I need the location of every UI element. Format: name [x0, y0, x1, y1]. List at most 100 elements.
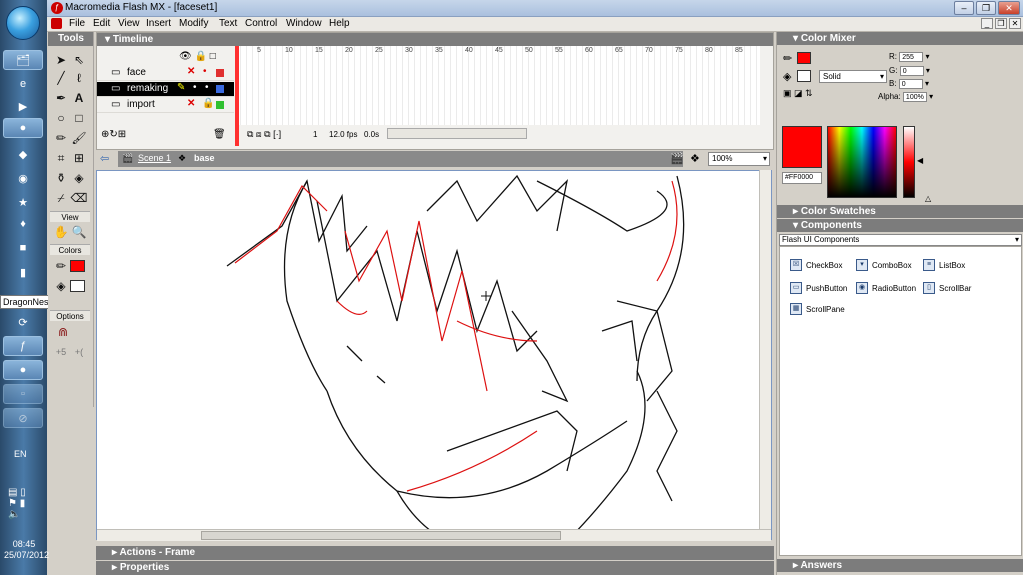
actions-panel-header[interactable]: ▸ Actions - Frame — [96, 546, 774, 560]
component-pushbutton[interactable]: ▭ PushButton — [790, 282, 847, 294]
onion-skin-icons[interactable]: ⧉ ⧈ ⧉ [·] — [247, 129, 281, 140]
stage-canvas[interactable] — [96, 170, 772, 540]
paint-bucket-tool-icon[interactable]: ◈ — [70, 170, 88, 186]
red-input[interactable]: 255 — [899, 52, 924, 62]
tray-icons[interactable]: ▤ ▯ ⚑ ▮ 🔈 — [8, 487, 26, 520]
fill-type-select[interactable]: Solid ▾ — [819, 70, 887, 83]
taskbar-ie-icon[interactable]: e — [3, 74, 43, 94]
taskbar-firefox-icon[interactable]: ● — [3, 118, 43, 138]
taskbar-game-icon[interactable]: ★ — [3, 192, 43, 212]
fill-color-swatch[interactable] — [70, 280, 85, 292]
lock-dot-icon[interactable]: • — [203, 66, 207, 77]
taskbar-media-icon[interactable]: ▶ — [3, 96, 43, 116]
stroke-color-swatch[interactable] — [70, 260, 85, 272]
doc-close-button[interactable]: ✕ — [1009, 18, 1021, 29]
color-mixer-header[interactable]: ▾ Color Mixer — [777, 32, 1023, 45]
taskbar-app-icon[interactable]: ◆ — [3, 144, 43, 164]
taskbar-chrome-icon[interactable]: ◉ — [3, 168, 43, 188]
edit-scene-icon[interactable]: 🎬 — [670, 152, 684, 165]
eyedropper-tool-icon[interactable]: ⌿ — [52, 190, 70, 206]
stage-vertical-scrollbar[interactable] — [759, 170, 771, 530]
component-radiobutton[interactable]: ◉ RadioButton — [856, 282, 916, 294]
fill-color-icon[interactable]: ◈ — [52, 278, 70, 294]
smooth-icon[interactable]: +5 — [52, 344, 70, 360]
taskbar-app6-icon[interactable]: ● — [3, 360, 43, 380]
oval-tool-icon[interactable]: ○ — [52, 110, 70, 126]
pencil-tool-icon[interactable]: ✏ — [52, 130, 70, 146]
taskbar-app3-icon[interactable]: ■ — [3, 238, 43, 258]
fill-transform-tool-icon[interactable]: ⊞ — [70, 150, 88, 166]
document-icon[interactable] — [51, 18, 62, 29]
menu-insert[interactable]: Insert — [146, 18, 171, 29]
pen-tool-icon[interactable]: ✒ — [52, 90, 70, 106]
menu-control[interactable]: Control — [245, 18, 277, 29]
hidden-x-icon[interactable]: ✕ — [187, 98, 195, 109]
zoom-select[interactable]: 100% ▾ — [708, 152, 770, 166]
doc-restore-button[interactable]: ❐ — [995, 18, 1007, 29]
taskbar-flash-icon[interactable]: ƒ — [3, 336, 43, 356]
scroll-thumb[interactable] — [201, 531, 561, 540]
visible-dot-icon[interactable]: • — [193, 82, 197, 93]
blue-input[interactable]: 0 — [898, 79, 923, 89]
brightness-slider[interactable] — [903, 126, 915, 198]
taskbar-app7-icon[interactable]: ▫ — [3, 384, 43, 404]
answers-header[interactable]: ▸ Answers — [777, 559, 1023, 572]
doc-minimize-button[interactable]: _ — [981, 18, 993, 29]
menu-help[interactable]: Help — [329, 18, 350, 29]
timeline-hscroll[interactable] — [387, 128, 527, 139]
menu-modify[interactable]: Modify — [179, 18, 208, 29]
color-swatches-header[interactable]: ▸ Color Swatches — [777, 205, 1023, 218]
mixer-fill-swatch[interactable] — [797, 70, 811, 82]
fill-color-icon[interactable]: ◈ — [783, 70, 791, 83]
component-checkbox[interactable]: ☒ CheckBox — [790, 259, 842, 271]
brush-tool-icon[interactable]: 🖌 — [70, 130, 88, 146]
symbol-name[interactable]: base — [194, 153, 215, 163]
layer-row-remaking[interactable]: ▭ remaking ✎ • • — [97, 82, 234, 97]
taskbar-explorer-icon[interactable]: 🗂 — [3, 50, 43, 70]
stage-horizontal-scrollbar[interactable] — [97, 529, 771, 541]
language-indicator[interactable]: EN — [14, 449, 27, 459]
free-transform-tool-icon[interactable]: ⌗ — [52, 150, 70, 166]
menu-text[interactable]: Text — [219, 18, 237, 29]
menu-file[interactable]: File — [69, 18, 85, 29]
hex-input[interactable]: #FF0000 — [782, 172, 822, 184]
stroke-color-icon[interactable]: ✏ — [52, 258, 70, 274]
zoom-tool-icon[interactable]: 🔍 — [70, 224, 88, 240]
properties-panel-header[interactable]: ▸ Properties — [96, 561, 774, 575]
edit-symbol-icon[interactable]: ❖ — [690, 152, 700, 165]
menu-window[interactable]: Window — [286, 18, 322, 29]
hidden-x-icon[interactable]: ✕ — [187, 66, 195, 77]
green-input[interactable]: 0 — [899, 66, 924, 76]
back-arrow-icon[interactable]: ⇦ — [100, 152, 109, 165]
eraser-tool-icon[interactable]: ⌫ — [70, 190, 88, 206]
taskbar-app4-icon[interactable]: ▮ — [3, 262, 43, 282]
lock-icon[interactable]: 🔒 — [202, 98, 214, 109]
taskbar-app2-icon[interactable]: ♦ — [3, 214, 43, 234]
hand-tool-icon[interactable]: ✋ — [52, 224, 70, 240]
scene-link[interactable]: Scene 1 — [138, 153, 171, 163]
line-tool-icon[interactable]: ╱ — [52, 70, 70, 86]
minimize-button[interactable]: – — [954, 1, 974, 15]
straighten-icon[interactable]: +( — [70, 344, 88, 360]
color-spectrum-picker[interactable] — [827, 126, 897, 198]
snap-magnet-icon[interactable]: ⋒ — [54, 324, 72, 340]
components-header[interactable]: ▾ Components — [777, 219, 1023, 232]
rectangle-tool-icon[interactable]: □ — [70, 110, 88, 126]
start-button[interactable] — [6, 6, 40, 40]
text-tool-icon[interactable]: A — [70, 90, 88, 106]
close-button[interactable]: ✕ — [998, 1, 1020, 15]
taskbar-app5-icon[interactable]: ⟳ — [3, 312, 43, 332]
maximize-button[interactable]: ❐ — [976, 1, 996, 15]
delete-layer-icon[interactable]: 🗑 — [213, 129, 226, 140]
layer-row-face[interactable]: ▭ face ✕ • — [97, 66, 234, 81]
layer-color-swatch[interactable] — [216, 69, 224, 77]
ink-bottle-tool-icon[interactable]: ⚱ — [52, 170, 70, 186]
stroke-color-icon[interactable]: ✏ — [783, 52, 792, 65]
component-listbox[interactable]: ≡ ListBox — [923, 259, 965, 271]
alpha-input[interactable]: 100% — [902, 92, 927, 102]
arrow-tool-icon[interactable]: ➤ — [52, 52, 70, 68]
layer-color-swatch[interactable] — [216, 85, 224, 93]
frame-ruler[interactable]: 5 10 15 20 25 30 35 40 45 50 55 60 65 70… — [235, 33, 760, 61]
menu-view[interactable]: View — [118, 18, 140, 29]
tools-header[interactable]: Tools — [48, 32, 93, 46]
